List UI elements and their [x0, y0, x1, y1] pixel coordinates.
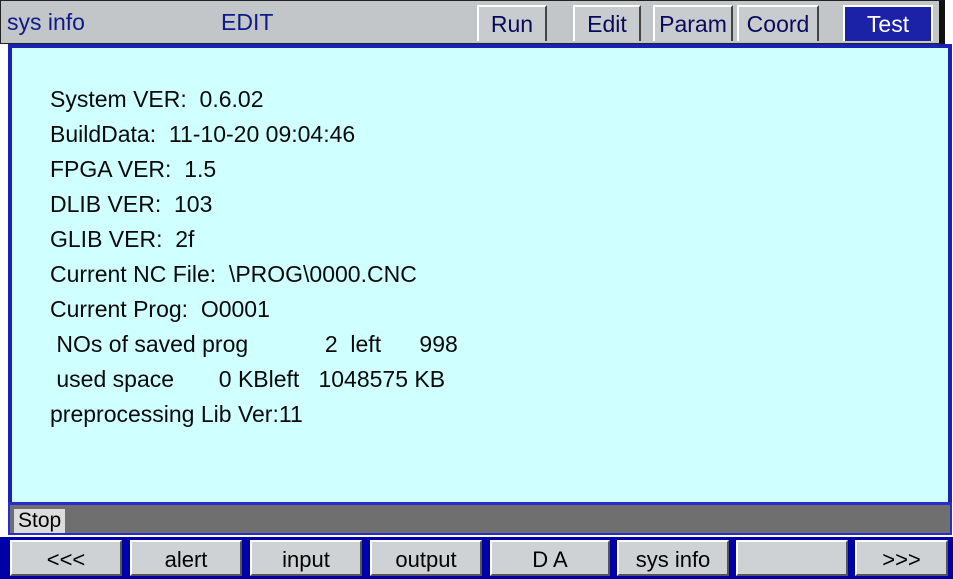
softkey-blank[interactable]	[736, 540, 848, 576]
current-prog-line: Current Prog: O0001	[50, 296, 270, 322]
softkey-next-label: >>>	[882, 547, 921, 572]
system-version-line: System VER: 0.6.02	[50, 86, 264, 112]
softkey-da[interactable]: D A	[490, 540, 610, 576]
tab-edit[interactable]: Edit	[573, 5, 641, 41]
softkey-alert-label: alert	[164, 547, 208, 572]
status-bar: Stop	[8, 502, 952, 535]
tab-test[interactable]: Test	[843, 5, 933, 41]
tab-test-label: Test	[866, 11, 910, 37]
softkey-sys-info-label: sys info	[635, 547, 711, 572]
dlib-version-line: DLIB VER: 103	[50, 191, 213, 217]
saved-prog-count-line: NOs of saved prog 2 left 998	[50, 331, 458, 357]
glib-version-line: GLIB VER: 2f	[50, 226, 195, 252]
preprocessing-lib-line: preprocessing Lib Ver:11	[50, 401, 303, 427]
tab-param[interactable]: Param	[653, 5, 733, 41]
page-title: sys info	[7, 9, 85, 35]
softkey-prev-label: <<<	[46, 547, 86, 572]
status-text: Stop	[14, 509, 66, 533]
cnc-screen: sys info EDIT Run Edit Param Coord Test …	[0, 0, 953, 579]
softkey-next[interactable]: >>>	[855, 540, 948, 576]
softkey-sys-info[interactable]: sys info	[617, 540, 729, 576]
softkey-output[interactable]: output	[370, 540, 482, 576]
softkey-input-label: input	[282, 547, 330, 572]
header-bar: sys info EDIT Run Edit Param Coord Test	[0, 0, 945, 44]
softkey-output-label: output	[395, 547, 457, 572]
tab-run[interactable]: Run	[477, 5, 547, 41]
used-space-line: used space 0 KBleft 1048575 KB	[50, 366, 446, 392]
softkey-alert[interactable]: alert	[130, 540, 242, 576]
softkey-bar: <<< alert input output D A sys info >>>	[0, 537, 953, 579]
tab-edit-label: Edit	[587, 11, 627, 37]
fpga-version-line: FPGA VER: 1.5	[50, 156, 217, 182]
build-date-line: BuildData: 11-10-20 09:04:46	[50, 121, 356, 147]
softkey-da-label: D A	[532, 547, 568, 572]
tab-coord-label: Coord	[746, 11, 810, 37]
tab-param-label: Param	[659, 11, 727, 37]
tab-coord[interactable]: Coord	[737, 5, 819, 41]
system-info-panel: System VER: 0.6.02 BuildData: 11-10-20 0…	[8, 44, 952, 502]
tab-run-label: Run	[490, 11, 534, 37]
current-nc-file-line: Current NC File: \PROG\0000.CNC	[50, 261, 417, 287]
softkey-input[interactable]: input	[250, 540, 362, 576]
softkey-prev[interactable]: <<<	[10, 540, 122, 576]
mode-label: EDIT	[221, 9, 274, 35]
